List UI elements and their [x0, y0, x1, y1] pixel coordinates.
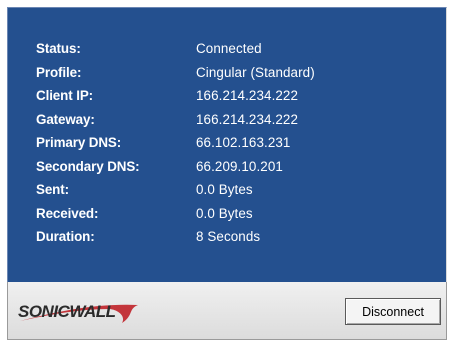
gateway-value: 166.214.234.222 — [196, 111, 299, 127]
profile-value: Cingular (Standard) — [196, 64, 315, 80]
client-ip-label: Client IP: — [36, 88, 94, 104]
client-ip-value: 166.214.234.222 — [196, 88, 299, 104]
sent-row: Sent: 0.0 Bytes — [36, 178, 315, 202]
profile-row: Profile: Cingular (Standard) — [36, 61, 315, 85]
disconnect-button[interactable]: Disconnect — [345, 298, 441, 325]
secondary-dns-value: 66.209.10.201 — [196, 158, 283, 174]
sonicwall-logo: SONICWALL — [18, 297, 148, 327]
received-row: Received: 0.0 Bytes — [36, 202, 315, 226]
gateway-label: Gateway: — [36, 111, 95, 127]
secondary-dns-row: Secondary DNS: 66.209.10.201 — [36, 155, 315, 179]
received-label: Received: — [36, 205, 99, 221]
client-ip-row: Client IP: 166.214.234.222 — [36, 84, 315, 108]
footer-bar: SONICWALL Disconnect — [7, 282, 447, 340]
profile-label: Profile: — [36, 64, 82, 80]
duration-value: 8 Seconds — [196, 229, 261, 245]
status-row: Status: Connected — [36, 37, 315, 61]
gateway-row: Gateway: 166.214.234.222 — [36, 108, 315, 132]
status-rows: Status: Connected Profile: Cingular (Sta… — [36, 37, 315, 249]
duration-row: Duration: 8 Seconds — [36, 225, 315, 249]
connection-status-panel: Status: Connected Profile: Cingular (Sta… — [7, 7, 447, 282]
received-value: 0.0 Bytes — [196, 205, 253, 221]
logo-text: SONICWALL — [18, 302, 116, 321]
connection-status-window: Status: Connected Profile: Cingular (Sta… — [0, 0, 449, 344]
primary-dns-label: Primary DNS: — [36, 135, 122, 151]
status-label: Status: — [36, 41, 81, 57]
secondary-dns-label: Secondary DNS: — [36, 158, 140, 174]
sent-value: 0.0 Bytes — [196, 182, 253, 198]
primary-dns-row: Primary DNS: 66.102.163.231 — [36, 131, 315, 155]
sent-label: Sent: — [36, 182, 69, 198]
duration-label: Duration: — [36, 229, 95, 245]
primary-dns-value: 66.102.163.231 — [196, 135, 291, 151]
status-value: Connected — [196, 41, 262, 57]
